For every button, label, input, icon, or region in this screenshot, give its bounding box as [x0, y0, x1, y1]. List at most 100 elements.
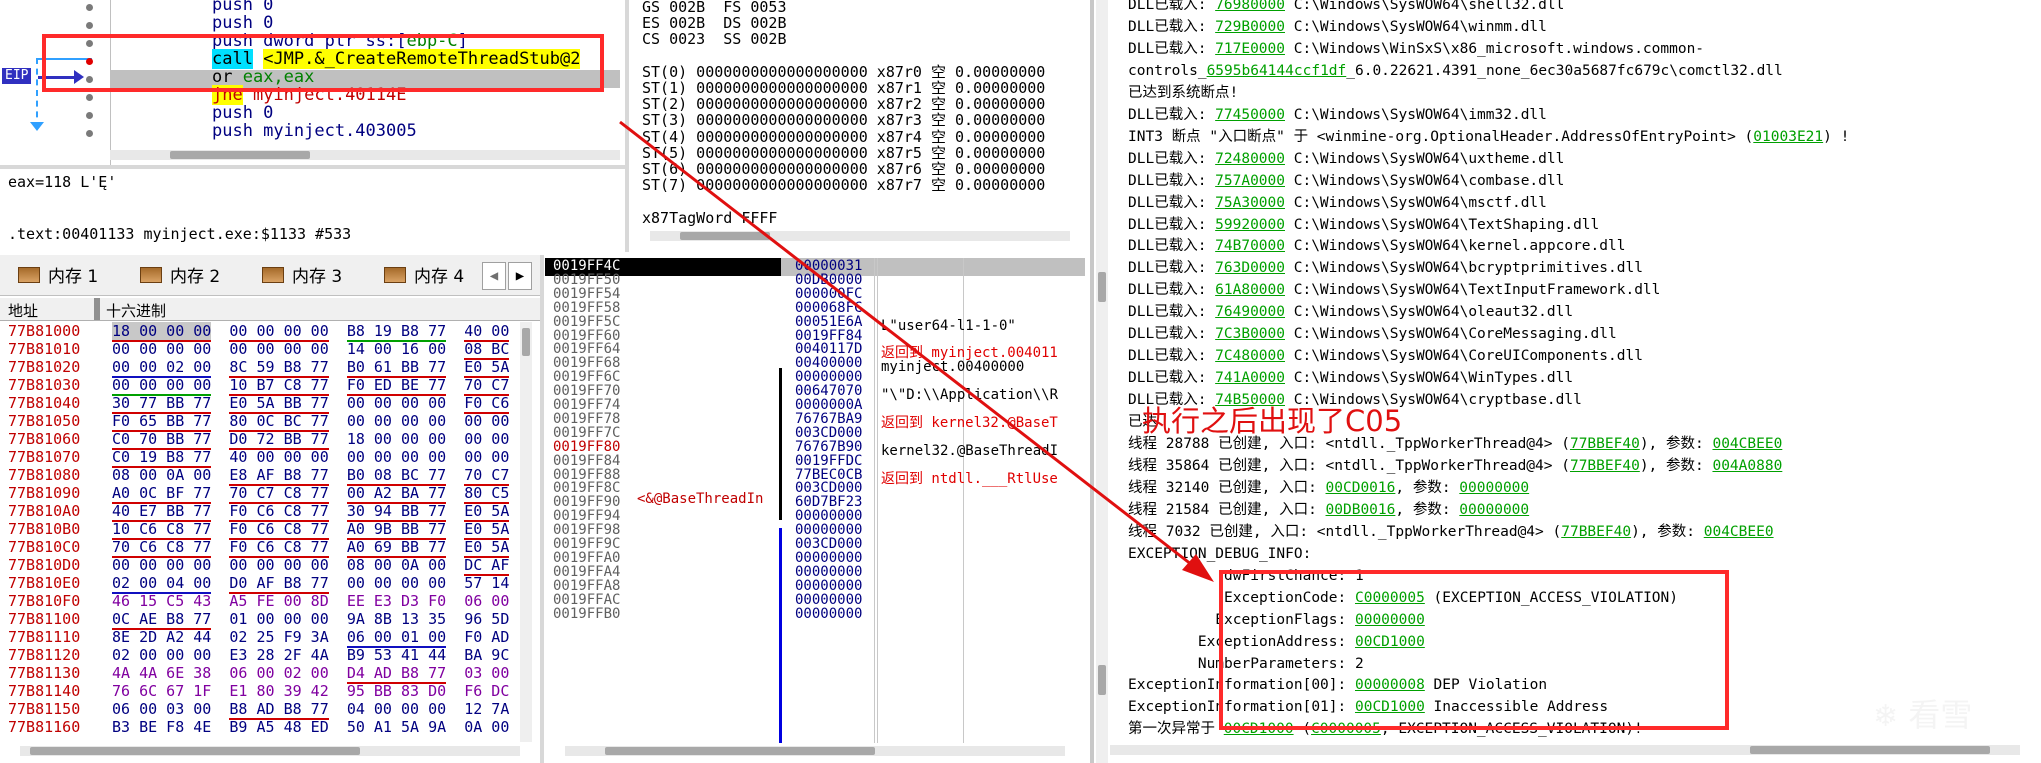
- hexdump-row[interactable]: 77B81110 8E 2D A2 44 02 25 F9 3A 06 00 01…: [8, 628, 509, 648]
- log-address-link[interactable]: 004CBEE0: [1704, 524, 1774, 540]
- stack-pane[interactable]: <&@BaseThreadIn 0019FF4C 00000031 0019FF50…: [545, 258, 1090, 763]
- hexdump-row[interactable]: 77B81120 02 00 00 00 E3 28 2F 4A B9 53 41…: [8, 646, 509, 664]
- hexdump-row[interactable]: 77B810F0 46 15 C5 43 A5 FE 00 8D EE E3 D3…: [8, 592, 509, 610]
- hexdump-col-hex[interactable]: 十六进制: [106, 300, 166, 321]
- hexdump-row[interactable]: 77B810D0 00 00 00 00 00 00 00 00 08 00 0A…: [8, 556, 510, 576]
- log-address-link[interactable]: 61A80000: [1215, 282, 1285, 298]
- disasm-hscroll[interactable]: [110, 150, 620, 160]
- log-address-link[interactable]: 763D0000: [1215, 260, 1285, 276]
- disasm-line-jne[interactable]: jne myinject.40114E: [212, 85, 406, 105]
- hexdump-row[interactable]: 77B81090 A0 0C BF 77 70 C7 C8 77 00 A2 BA…: [8, 484, 510, 504]
- hexdump-row[interactable]: 77B81000 18 00 00 00 00 00 00 00 B8 19 B8…: [8, 322, 510, 342]
- log-address-link[interactable]: 00000000: [1355, 612, 1425, 628]
- log-address-link[interactable]: 7C480000: [1215, 348, 1285, 364]
- register-line[interactable]: x87TagWord FFFF: [642, 209, 777, 227]
- disasm-line[interactable]: push 0: [212, 104, 273, 122]
- hexdump-hscroll[interactable]: [20, 746, 520, 756]
- stack-value[interactable]: 00000000: [795, 605, 862, 623]
- breakpoint-dot[interactable]: [86, 22, 93, 29]
- breakpoint-dot[interactable]: [86, 40, 93, 47]
- breakpoint-dot[interactable]: [86, 112, 93, 119]
- log-address-link[interactable]: 004A0880: [1712, 458, 1782, 474]
- hexdump-col-addr[interactable]: 地址: [8, 300, 38, 321]
- log-address-link[interactable]: C0000005: [1311, 721, 1381, 737]
- hexdump-pane[interactable]: 地址 十六进制 77B81000 18 00 00 00 00 00 00 00 …: [0, 298, 540, 763]
- hexdump-vscroll[interactable]: [520, 322, 532, 742]
- log-address-link[interactable]: 6595b64144ccf1df: [1207, 63, 1347, 79]
- hexdump-row[interactable]: 77B81030 00 00 00 00 10 B7 C8 77 F0 ED BE…: [8, 376, 510, 396]
- log-address-link[interactable]: 75A30000: [1215, 195, 1285, 211]
- log-address-link[interactable]: 77BBEF40: [1570, 458, 1640, 474]
- log-left-scroll-strip[interactable]: [1096, 0, 1108, 763]
- register-line[interactable]: CS 0023 SS 002B: [642, 30, 787, 48]
- log-address-link[interactable]: 00000008: [1355, 677, 1425, 693]
- log-address-link[interactable]: 7C3B0000: [1215, 326, 1285, 342]
- tab-memory-4[interactable]: 内存 4: [384, 262, 464, 292]
- hexdump-row[interactable]: 77B810C0 70 C6 C8 77 F0 C6 C8 77 A0 69 BB…: [8, 538, 510, 558]
- stack-hscroll[interactable]: [565, 746, 1065, 756]
- log-address-link[interactable]: 00CD1000: [1355, 634, 1425, 650]
- log-address-link[interactable]: 00CD0016: [1326, 480, 1396, 496]
- splitter[interactable]: [625, 0, 629, 252]
- registers-hscroll[interactable]: [650, 231, 1070, 241]
- log-address-link[interactable]: C0000005: [1355, 590, 1425, 606]
- log-address-link[interactable]: 717E0000: [1215, 41, 1285, 57]
- hexdump-row[interactable]: 77B81010 00 00 00 00 00 00 00 00 14 00 16…: [8, 340, 510, 360]
- splitter[interactable]: [1090, 0, 1094, 763]
- log-address-link[interactable]: 741A0000: [1215, 370, 1285, 386]
- hexdump-row[interactable]: 77B81060 C0 70 BB 77 D0 72 BB 77 18 00 00…: [8, 430, 509, 450]
- hexdump-row[interactable]: 77B81080 08 00 0A 00 E8 AF B8 77 B0 08 BC…: [8, 466, 510, 486]
- disasm-line-call[interactable]: call <JMP.&_CreateRemoteThreadStub@2: [212, 49, 581, 69]
- splitter[interactable]: [540, 255, 544, 763]
- hexdump-row[interactable]: 77B81050 F0 65 BB 77 80 0C BC 77 00 00 00…: [8, 412, 509, 432]
- disasm-line[interactable]: push myinject.403005: [212, 122, 417, 140]
- log-line: DLL已载入: 77450000 C:\Windows\SysWOW64\imm…: [1128, 104, 1547, 126]
- log-address-link[interactable]: 00DB0016: [1326, 502, 1396, 518]
- log-address-link[interactable]: 004CBEE0: [1712, 436, 1782, 452]
- disassembly-pane[interactable]: EIP push 0 push 0 push dword ptr ss:[ebp…: [0, 0, 620, 165]
- hexdump-row[interactable]: 77B81040 30 77 BB 77 E0 5A BB 77 00 00 00…: [8, 394, 510, 414]
- log-address-link[interactable]: 00CD1000: [1224, 721, 1294, 737]
- log-address-link[interactable]: 72480000: [1215, 151, 1285, 167]
- breakpoint-dot[interactable]: [86, 94, 93, 101]
- log-address-link[interactable]: 729B0000: [1215, 19, 1285, 35]
- hexdump-row[interactable]: 77B810B0 10 C6 C8 77 F0 C6 C8 77 A0 9B BB…: [8, 520, 510, 540]
- breakpoint-dot-active[interactable]: [86, 58, 93, 65]
- log-address-link[interactable]: 00CD1000: [1355, 699, 1425, 715]
- log-hscroll[interactable]: [1110, 745, 2020, 755]
- hexdump-row[interactable]: 77B81100 0C AE B8 77 01 00 00 00 9A 8B 13…: [8, 610, 509, 630]
- log-address-link[interactable]: 00000000: [1459, 502, 1529, 518]
- log-address-link[interactable]: 76980000: [1215, 0, 1285, 13]
- hexdump-row[interactable]: 77B81140 76 6C 67 1F E1 80 39 42 95 BB 83…: [8, 682, 509, 700]
- log-address-link[interactable]: 59920000: [1215, 217, 1285, 233]
- log-address-link[interactable]: 01003E21: [1753, 129, 1823, 145]
- disasm-line[interactable]: push 0: [212, 14, 273, 32]
- hexdump-row[interactable]: 77B81070 C0 19 B8 77 40 00 00 00 00 00 00…: [8, 448, 509, 468]
- breakpoint-dot[interactable]: [86, 76, 93, 83]
- tab-memory-1[interactable]: 内存 1: [18, 262, 98, 292]
- breakpoint-dot[interactable]: [86, 130, 93, 137]
- log-address-link[interactable]: 77BBEF40: [1561, 524, 1631, 540]
- tab-scroll-left-button[interactable]: ◀: [482, 262, 506, 290]
- tab-memory-3[interactable]: 内存 3: [262, 262, 342, 292]
- log-address-link[interactable]: 00000000: [1459, 480, 1529, 496]
- log-address-link[interactable]: 77450000: [1215, 107, 1285, 123]
- hexdump-row[interactable]: 77B81150 06 00 03 00 B8 AD B8 77 04 00 00…: [8, 700, 509, 720]
- register-line[interactable]: ST(7) 0000000000000000000 x87r7 空 0.0000…: [642, 176, 1045, 194]
- tab-memory-2[interactable]: 内存 2: [140, 262, 220, 292]
- breakpoint-dot[interactable]: [86, 4, 93, 11]
- stack-address[interactable]: 0019FFB0: [553, 605, 620, 623]
- disasm-line[interactable]: push dword ptr ss:[ebp-C]: [212, 32, 468, 50]
- hexdump-row[interactable]: 77B81130 4A 4A 6E 38 06 00 02 00 D4 AD B8…: [8, 664, 509, 684]
- tab-scroll-right-button[interactable]: ▶: [508, 262, 532, 290]
- log-address-link[interactable]: 76490000: [1215, 304, 1285, 320]
- log-address-link[interactable]: 77BBEF40: [1570, 436, 1640, 452]
- hexdump-row[interactable]: 77B810A0 40 E7 BB 77 F0 C6 C8 77 30 94 BB…: [8, 502, 510, 522]
- hexdump-row[interactable]: 77B81160 B3 BE F8 4E B9 A5 48 ED 50 A1 5A…: [8, 718, 509, 736]
- hexdump-row[interactable]: 77B81020 00 00 02 00 8C 59 B8 77 B0 61 BB…: [8, 358, 510, 378]
- log-address-link[interactable]: 757A0000: [1215, 173, 1285, 189]
- disasm-line-current[interactable]: or eax,eax: [212, 68, 314, 86]
- disasm-line[interactable]: push 0: [212, 0, 273, 14]
- hexdump-row[interactable]: 77B810E0 02 00 04 00 D0 AF B8 77 00 00 00…: [8, 574, 509, 594]
- log-address-link[interactable]: 74B70000: [1215, 238, 1285, 254]
